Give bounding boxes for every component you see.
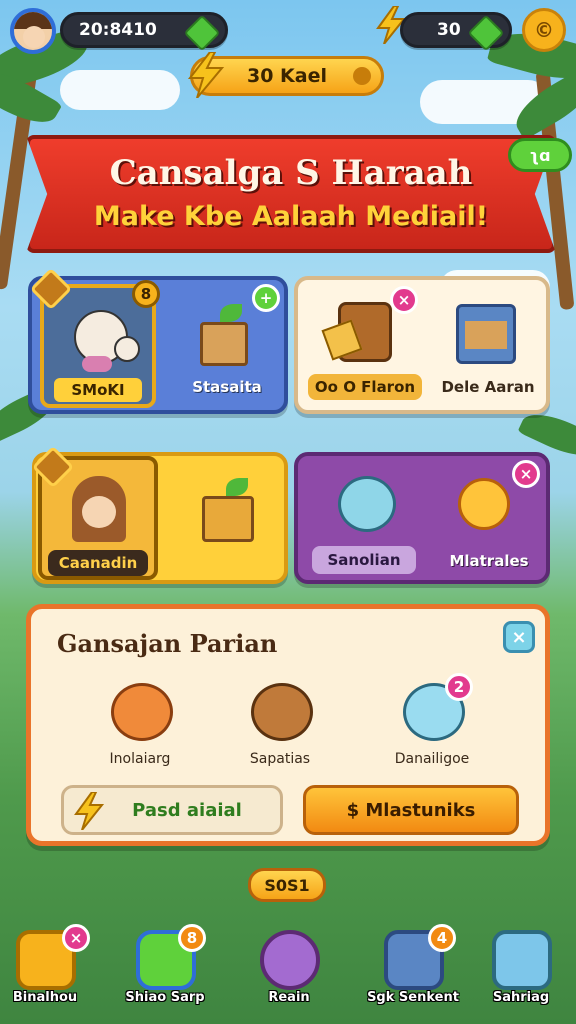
- pet-count-badge: 2: [445, 673, 473, 701]
- score-value: 20:8410: [79, 20, 157, 40]
- card-flaron[interactable]: × Oo O Flaron Dele Aaran: [294, 276, 550, 414]
- companion-panel: Gansajan Parian × Inolaiarg Sapatias 2 D…: [26, 604, 550, 846]
- add-icon[interactable]: +: [252, 284, 280, 312]
- stasaita-label: Stasaita: [192, 378, 262, 396]
- caanadin-label: Caanadin: [48, 550, 148, 576]
- pass-button[interactable]: Pasd aiaial: [61, 785, 283, 835]
- treasure-chest-icon: [260, 930, 320, 990]
- smoki-creature-ear: [114, 336, 140, 362]
- pass-button-label: Pasd aiaial: [132, 799, 242, 821]
- banner-subtitle: Make Kbe Aalaah Mediail!: [93, 201, 489, 232]
- blue-creature-icon: [338, 476, 396, 532]
- list-menu-icon: [492, 930, 552, 990]
- smoki-count-badge: 8: [132, 280, 160, 308]
- nav-badge-2: 8: [178, 924, 206, 952]
- sanolian-label: Sanolian: [312, 546, 416, 574]
- leaf-icon: [220, 304, 242, 322]
- banner-title: Cansalga S Haraah: [109, 153, 473, 193]
- cloud-decor: [60, 70, 180, 110]
- card-sanolian[interactable]: Sanolian × Mlatrales: [294, 452, 550, 584]
- fox-pet-icon[interactable]: [111, 683, 173, 741]
- character-face: [82, 496, 116, 528]
- green-gem-icon[interactable]: [467, 14, 505, 52]
- nav-item-binalhou[interactable]: × Binalhou: [0, 924, 100, 1020]
- pet-label-1: Inolaiarg: [109, 751, 171, 767]
- smoki-creature-body: [82, 356, 112, 372]
- pet-label-2: Sapatias: [249, 751, 311, 767]
- sanolian-close-badge[interactable]: ×: [512, 460, 540, 488]
- bear-pet-icon[interactable]: [251, 683, 313, 741]
- supply-box-icon: [200, 322, 248, 366]
- nav-item-shiao-sarp[interactable]: 8 Shiao Sarp: [110, 924, 220, 1020]
- dele-aaran-label: Dele Aaran: [441, 378, 535, 396]
- banner-tag-label: ʅɑ: [529, 145, 551, 165]
- close-icon: ×: [511, 626, 527, 648]
- milestones-button[interactable]: $ Mlastuniks: [303, 785, 519, 835]
- coin-icon: ©: [534, 18, 554, 42]
- player-avatar[interactable]: [10, 8, 56, 54]
- card-smoki[interactable]: SMoKI 8 + Stasaita: [28, 267, 288, 414]
- pet-label-3: Danailigoe: [394, 751, 470, 767]
- leaf-icon: [226, 478, 248, 496]
- coin-button[interactable]: ©: [522, 8, 566, 52]
- flaron-tile-label: Oo O Flaron: [308, 374, 422, 400]
- reward-label: 30 Kael: [247, 65, 327, 87]
- flaron-close-badge[interactable]: ×: [390, 286, 418, 314]
- panel-close-button[interactable]: ×: [503, 621, 535, 653]
- mlatrales-label: Mlatrales: [449, 552, 529, 570]
- nav-label-2: Shiao Sarp: [125, 990, 205, 1005]
- nav-badge-4: 4: [428, 924, 456, 952]
- nav-label-1: Binalhou: [12, 990, 78, 1005]
- nav-item-reain[interactable]: Reain: [234, 924, 344, 1020]
- bolt-icon: [72, 791, 106, 835]
- energy-pill: 30: [400, 12, 512, 52]
- card-caanadin[interactable]: Caanadin: [31, 445, 288, 584]
- smoki-label: SMoKI: [54, 378, 142, 402]
- nav-item-sgk-senkent[interactable]: 4 Sgk Senkent: [358, 924, 468, 1020]
- page-indicator-label: S0S1: [264, 875, 310, 895]
- event-banner: Cansalga S Haraah Make Kbe Aalaah Mediai…: [26, 135, 556, 253]
- panel-title: Gansajan Parian: [57, 629, 278, 658]
- nav-label-5: Sahriag: [492, 990, 550, 1005]
- stall-goods: [465, 321, 507, 349]
- avatar-face: [23, 26, 45, 48]
- reward-bolt-icon: [186, 51, 226, 99]
- page-indicator[interactable]: S0S1: [248, 868, 326, 902]
- score-pill: 20:8410: [60, 12, 228, 52]
- smiley-face-icon: [458, 478, 510, 530]
- shop-stall-icon: [456, 304, 516, 364]
- banner-tag-button[interactable]: ʅɑ: [508, 138, 572, 172]
- nav-badge-1: ×: [62, 924, 90, 952]
- green-gem-icon[interactable]: [183, 14, 221, 52]
- nav-item-sahriag[interactable]: Sahriag: [466, 924, 576, 1020]
- energy-value: 30: [437, 20, 461, 40]
- milestones-button-label: $ Mlastuniks: [346, 799, 476, 821]
- nav-label-4: Sgk Senkent: [367, 990, 459, 1005]
- arrow-right-icon: [353, 67, 371, 85]
- nav-label-3: Reain: [268, 990, 310, 1005]
- gift-box-icon: [202, 496, 254, 542]
